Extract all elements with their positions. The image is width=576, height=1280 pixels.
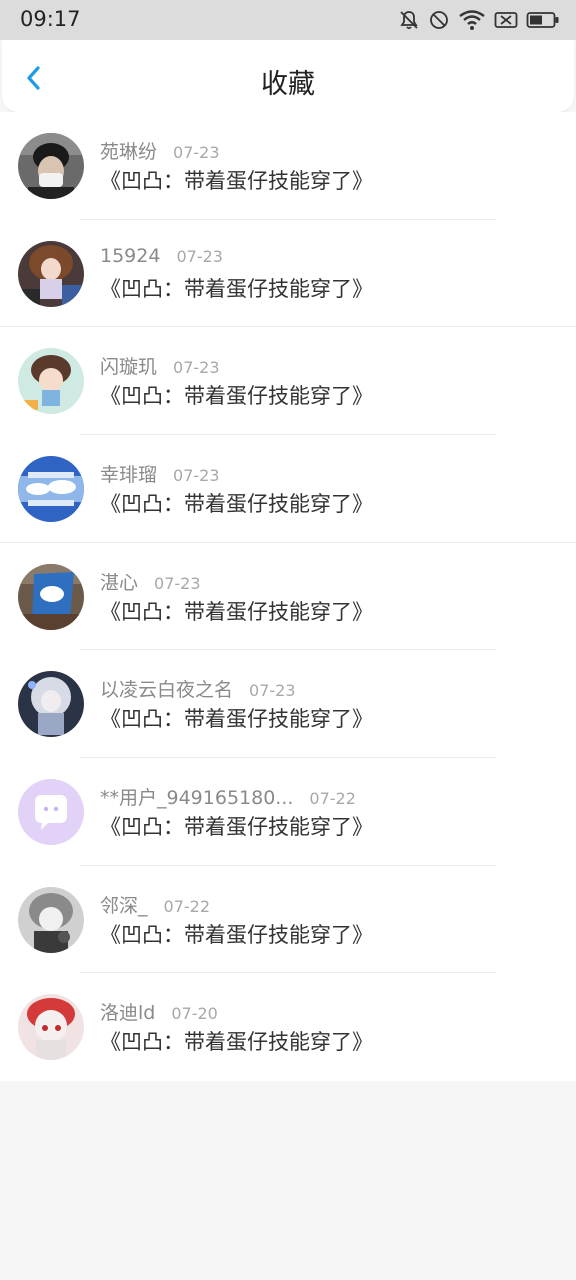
item-date: 07-20 <box>171 1004 218 1024</box>
item-date: 07-23 <box>154 573 201 593</box>
item-meta: 幸琲瑠 07-23 <box>100 460 220 487</box>
list-item[interactable]: 15924 07-23 《凹凸：带着蛋仔技能穿了》 <box>0 220 576 328</box>
item-username: 洛迪ld <box>100 1002 156 1025</box>
item-title: 《凹凸：带着蛋仔技能穿了》 <box>100 384 373 409</box>
header-bar: 收藏 <box>2 40 574 112</box>
avatar <box>18 455 84 522</box>
avatar <box>18 563 84 630</box>
item-date: 07-22 <box>309 788 356 808</box>
item-username: 幸琲瑠 <box>100 463 158 486</box>
item-meta: 闪璇玑 07-23 <box>100 352 220 379</box>
list-item[interactable]: 以凌云白夜之名 07-23 《凹凸：带着蛋仔技能穿了》 <box>0 650 576 758</box>
item-date: 07-22 <box>163 896 211 916</box>
item-username: 邻深_ <box>100 894 148 917</box>
item-title: 《凹凸：带着蛋仔技能穿了》 <box>100 814 373 839</box>
status-bar: 09:17 <box>0 0 576 40</box>
item-meta: 湛心 07-23 <box>100 568 201 595</box>
list-item[interactable]: **用户_949165180... 07-22 《凹凸：带着蛋仔技能穿了》 <box>0 758 576 866</box>
avatar <box>18 133 84 199</box>
list-item[interactable]: 邻深_ 07-22 《凹凸：带着蛋仔技能穿了》 <box>0 866 576 974</box>
status-time: 09:17 <box>20 7 81 31</box>
avatar <box>18 886 84 953</box>
list-item[interactable]: 苑琳纷 07-23 《凹凸：带着蛋仔技能穿了》 <box>0 112 576 220</box>
status-icons <box>398 8 560 32</box>
item-username: 苑琳纷 <box>100 141 158 163</box>
item-title: 《凹凸：带着蛋仔技能穿了》 <box>100 169 373 193</box>
wifi-icon <box>458 9 486 31</box>
item-title: 《凹凸：带着蛋仔技能穿了》 <box>100 922 373 947</box>
item-username: 湛心 <box>100 571 139 594</box>
avatar <box>18 240 84 307</box>
favorites-list: 苑琳纷 07-23 《凹凸：带着蛋仔技能穿了》 15924 07-23 《凹凸：… <box>0 112 576 1081</box>
item-username: 15924 <box>100 244 161 267</box>
item-username: 闪璇玑 <box>100 356 158 379</box>
item-meta: **用户_949165180... 07-22 <box>100 783 356 810</box>
list-item[interactable]: 闪璇玑 07-23 《凹凸：带着蛋仔技能穿了》 <box>0 327 576 435</box>
item-date: 07-23 <box>173 465 220 485</box>
bell-off-icon <box>398 9 420 31</box>
item-meta: 洛迪ld 07-20 <box>100 998 218 1025</box>
avatar <box>18 348 84 415</box>
avatar <box>18 671 84 738</box>
avatar <box>18 994 84 1061</box>
page-title: 收藏 <box>261 69 315 100</box>
list-item[interactable]: 湛心 07-23 《凹凸：带着蛋仔技能穿了》 <box>0 543 576 651</box>
sim-off-icon <box>494 9 518 31</box>
list-item[interactable]: 幸琲瑠 07-23 《凹凸：带着蛋仔技能穿了》 <box>0 435 576 543</box>
item-date: 07-23 <box>173 358 220 378</box>
item-date: 07-23 <box>176 246 223 266</box>
item-date: 07-23 <box>173 143 220 162</box>
item-username: 以凌云白夜之名 <box>100 679 234 702</box>
item-meta: 15924 07-23 <box>100 245 223 267</box>
do-not-disturb-icon <box>428 9 450 31</box>
item-title: 《凹凸：带着蛋仔技能穿了》 <box>100 1030 373 1055</box>
avatar <box>18 778 84 845</box>
item-meta: 苑琳纷 07-23 <box>100 137 220 164</box>
battery-icon <box>526 9 560 31</box>
item-title: 《凹凸：带着蛋仔技能穿了》 <box>100 491 373 516</box>
item-meta: 以凌云白夜之名 07-23 <box>100 675 296 702</box>
list-item[interactable]: 洛迪ld 07-20 《凹凸：带着蛋仔技能穿了》 <box>0 973 576 1081</box>
item-title: 《凹凸：带着蛋仔技能穿了》 <box>100 599 373 624</box>
item-date: 07-23 <box>249 681 296 701</box>
item-title: 《凹凸：带着蛋仔技能穿了》 <box>100 707 373 732</box>
item-username: **用户_949165180... <box>100 786 294 809</box>
item-meta: 邻深_ 07-22 <box>100 891 210 918</box>
item-title: 《凹凸：带着蛋仔技能穿了》 <box>100 276 373 301</box>
